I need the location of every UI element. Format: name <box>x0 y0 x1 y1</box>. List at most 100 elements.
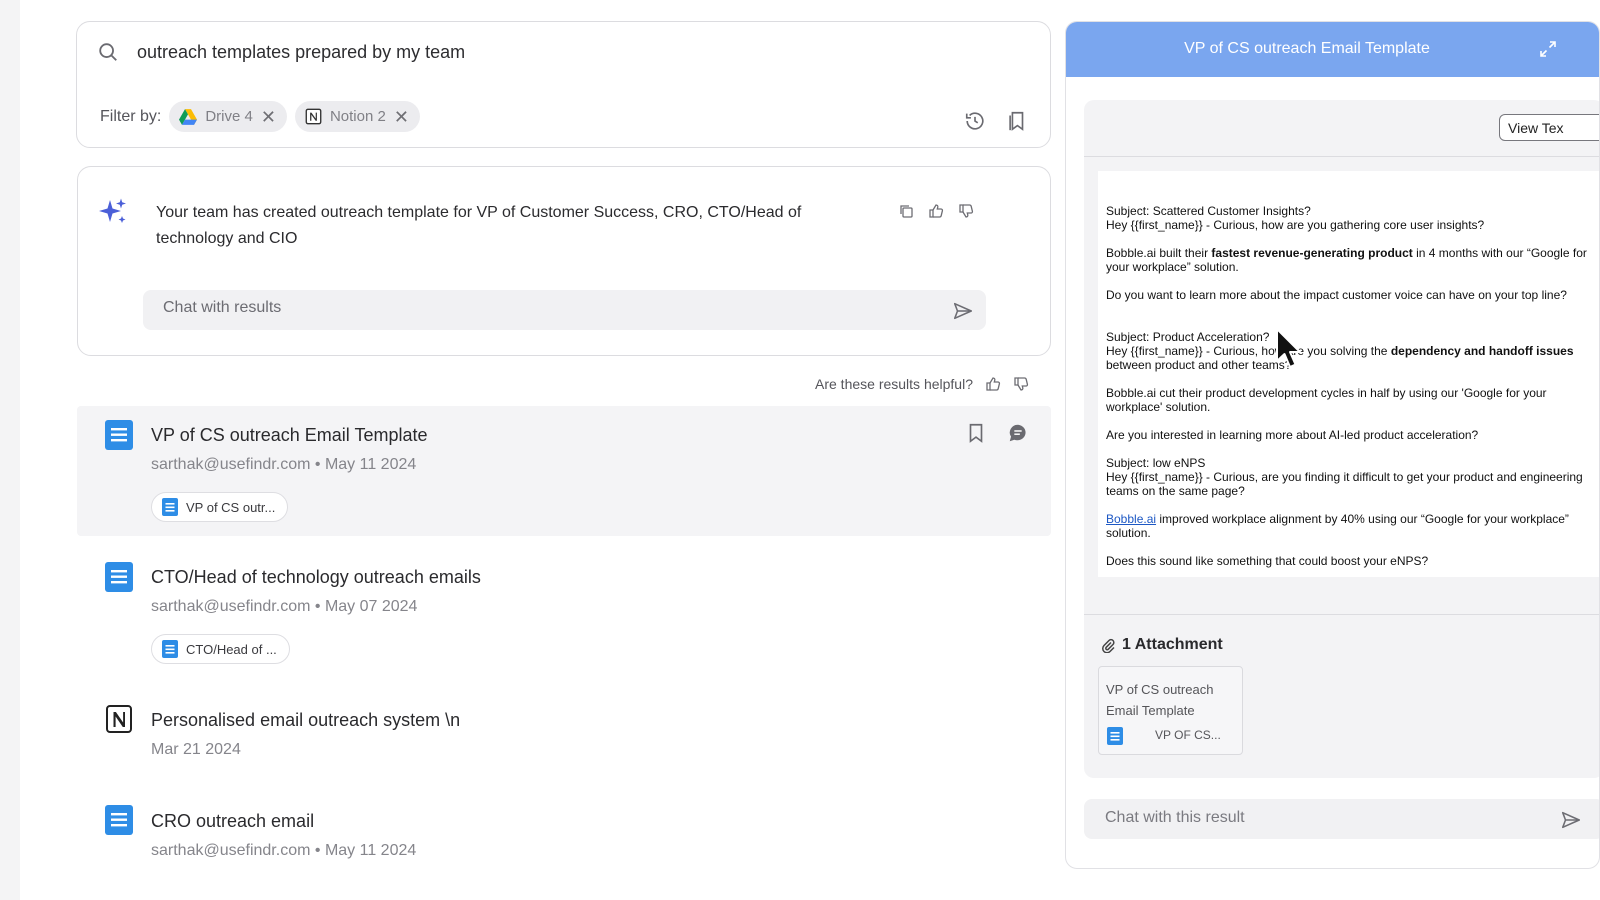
google-doc-icon <box>105 562 133 592</box>
doc-text: improved workplace alignment by 40% usin… <box>1106 512 1569 540</box>
google-drive-icon <box>179 108 198 125</box>
doc-paragraph: Are you interested in learning more abou… <box>1106 428 1479 442</box>
filter-chip-notion[interactable]: Notion 2 ✕ <box>294 101 420 132</box>
result-item[interactable]: CTO/Head of technology outreach emails s… <box>77 548 1051 678</box>
result-date: May 07 2024 <box>324 598 418 615</box>
divider <box>1084 156 1599 157</box>
thumbs-up-icon[interactable] <box>985 376 1001 392</box>
result-chip-label: CTO/Head of ... <box>186 641 277 657</box>
result-title[interactable]: CTO/Head of technology outreach emails <box>151 567 481 588</box>
result-item[interactable]: VP of CS outreach Email Template sarthak… <box>77 406 1051 536</box>
doc-text: between product and other teams? <box>1106 358 1292 372</box>
thumbs-up-icon[interactable] <box>928 203 944 219</box>
result-author: sarthak@usefindr.com <box>151 456 311 473</box>
chat-with-results-box <box>143 290 986 330</box>
google-doc-icon <box>105 805 133 835</box>
bookmarks-icon[interactable] <box>1006 110 1028 132</box>
doc-greeting: Hey {{first_name}} - Curious, how are yo… <box>1106 218 1485 232</box>
answer-text: Your team has created outreach template … <box>156 204 802 247</box>
result-title[interactable]: Personalised email outreach system \n <box>151 710 460 731</box>
close-icon[interactable]: ✕ <box>261 108 276 126</box>
panel-header: VP of CS outreach Email Template <box>1066 22 1599 77</box>
doc-link[interactable]: Bobble.ai <box>1106 512 1156 526</box>
doc-paragraph: Do you want to learn more about the impa… <box>1106 288 1567 302</box>
history-icon[interactable] <box>964 110 986 132</box>
doc-bold-text: dependency and handoff issues <box>1390 344 1574 358</box>
meta-separator: • <box>314 842 321 859</box>
thumbs-down-icon[interactable] <box>1013 376 1029 392</box>
google-doc-icon <box>105 420 133 450</box>
feedback-label: Are these results helpful? <box>815 376 973 392</box>
result-meta: sarthak@usefindr.com • May 11 2024 <box>151 456 416 474</box>
search-tools <box>964 110 1028 132</box>
filter-chip-label: Drive 4 <box>205 108 253 125</box>
doc-text: Bobble.ai built their <box>1106 246 1212 260</box>
search-icon <box>99 43 117 61</box>
document-page[interactable]: Subject: Scattered Customer Insights? Hey… <box>1098 171 1599 577</box>
attachment-name: VP of CS outreach Email Template <box>1106 682 1214 718</box>
doc-paragraph: Does this sound like something that coul… <box>1106 554 1429 568</box>
thumbs-down-icon[interactable] <box>958 203 974 219</box>
sparkle-icon <box>99 198 126 223</box>
result-file-chip[interactable]: VP of CS outr... <box>151 492 289 522</box>
notion-icon <box>305 108 322 125</box>
result-title[interactable]: CRO outreach email <box>151 811 314 832</box>
comment-icon[interactable] <box>1007 422 1029 444</box>
google-doc-icon <box>162 498 178 516</box>
result-item[interactable]: CRO outreach email sarthak@usefindr.com … <box>77 791 1051 891</box>
filter-chip-label: Notion 2 <box>329 108 386 125</box>
doc-block: Subject: Product Acceleration? Hey {{firs… <box>1106 330 1596 372</box>
doc-paragraph: Bobble.ai built their fastest revenue-ge… <box>1106 246 1596 274</box>
doc-paragraph: Bobble.ai improved workplace alignment b… <box>1106 512 1596 540</box>
result-meta: sarthak@usefindr.com • May 11 2024 <box>151 842 416 860</box>
meta-separator: • <box>314 598 321 615</box>
attachments-header: 1 Attachment <box>1100 636 1223 654</box>
chat-with-result-input[interactable] <box>1105 809 1535 827</box>
search-input[interactable] <box>137 38 1017 66</box>
result-author: sarthak@usefindr.com <box>151 598 311 615</box>
ai-answer-card: Your team has created outreach template … <box>77 166 1051 356</box>
doc-greeting: Hey {{first_name}} - Curious, are you fi… <box>1106 470 1583 498</box>
chat-with-results-input[interactable] <box>163 299 923 317</box>
result-chip-label: VP of CS outr... <box>186 499 276 515</box>
doc-bold-text: fastest revenue-generating product <box>1211 246 1413 260</box>
result-meta: sarthak@usefindr.com • May 07 2024 <box>151 598 417 616</box>
doc-subject: Subject: Product Acceleration? <box>1106 330 1270 344</box>
result-title[interactable]: VP of CS outreach Email Template <box>151 425 427 446</box>
notion-icon <box>106 705 132 733</box>
doc-subject: Subject: low eNPS <box>1106 456 1206 470</box>
result-author: sarthak@usefindr.com <box>151 842 311 859</box>
close-icon[interactable]: ✕ <box>394 108 409 126</box>
divider <box>1084 614 1599 615</box>
doc-paragraph: Bobble.ai cut their product development … <box>1106 386 1547 414</box>
result-date: Mar 21 2024 <box>151 741 241 758</box>
filter-row: Filter by: Drive 4 ✕ Notion 2 ✕ <box>100 101 420 132</box>
app-page: Filter by: Drive 4 ✕ Notion 2 ✕ Your tea… <box>20 0 1600 900</box>
result-date: May 11 2024 <box>324 456 417 473</box>
view-text-button[interactable]: View Tex <box>1499 114 1599 141</box>
chat-with-result-box <box>1084 799 1599 839</box>
send-icon[interactable] <box>1560 809 1582 831</box>
panel-title: VP of CS outreach Email Template <box>1184 40 1430 57</box>
attachments-label: 1 Attachment <box>1122 636 1223 653</box>
doc-block: Subject: Scattered Customer Insights? Hey… <box>1106 204 1596 232</box>
doc-text: Hey {{first_name}} - Curious, how are yo… <box>1106 344 1391 358</box>
result-actions <box>965 422 1029 444</box>
google-doc-icon <box>162 640 178 658</box>
send-icon[interactable] <box>952 300 974 322</box>
result-date: May 11 2024 <box>324 842 417 859</box>
filter-chip-drive[interactable]: Drive 4 ✕ <box>169 101 287 132</box>
results-feedback: Are these results helpful? <box>815 376 1029 392</box>
document-preview: View Tex Subject: Scattered Customer Ins… <box>1084 100 1599 778</box>
search-card: Filter by: Drive 4 ✕ Notion 2 ✕ <box>76 21 1051 148</box>
attachment-card[interactable]: VP of CS outreach Email Template VP OF C… <box>1098 666 1243 755</box>
result-file-chip[interactable]: CTO/Head of ... <box>151 634 290 664</box>
bookmark-icon[interactable] <box>965 422 987 444</box>
attachment-file-label: VP OF CS... <box>1155 728 1221 742</box>
copy-icon[interactable] <box>898 203 914 219</box>
expand-icon[interactable] <box>1538 39 1558 59</box>
result-item[interactable]: Personalised email outreach system \n Ma… <box>77 690 1051 780</box>
mouse-cursor-icon <box>1276 328 1301 368</box>
meta-separator: • <box>314 456 321 473</box>
doc-subject: Subject: Scattered Customer Insights? <box>1106 204 1311 218</box>
